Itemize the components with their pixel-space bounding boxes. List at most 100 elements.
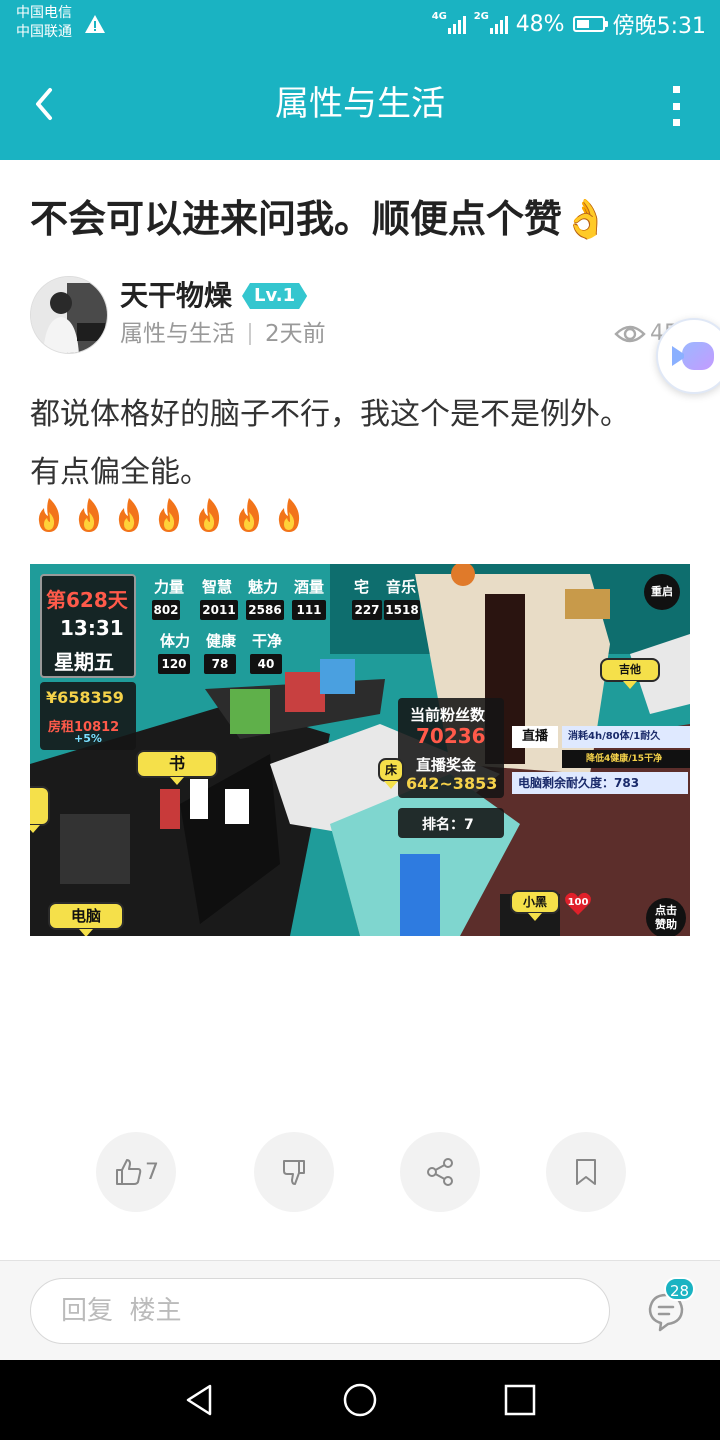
battery-icon <box>572 16 608 32</box>
sponsor-button[interactable]: 点击赞助 <box>646 898 686 936</box>
level-badge: Lv.1 <box>242 283 307 309</box>
books-label[interactable]: 书 <box>136 750 218 785</box>
nav-recents-icon[interactable] <box>500 1380 540 1420</box>
stat-value: 111 <box>292 600 326 620</box>
fire-icon <box>112 496 146 534</box>
post-body: 都说体格好的脑子不行，我这个是不是例外。 有点偏全能。 <box>30 386 690 502</box>
restart-button[interactable]: 重启 <box>644 574 680 610</box>
post-body-line-2: 有点偏全能。 <box>30 455 210 490</box>
stat-label: 魅力 <box>248 578 279 596</box>
game-weekday: 星期五 <box>54 650 114 674</box>
stat-label: 音乐 <box>386 578 417 596</box>
stat-value: 1518 <box>384 600 420 620</box>
money-panel: ¥658359 房租10812 +5% <box>40 682 136 750</box>
thumbs-down-icon <box>283 1160 305 1185</box>
game-screenshot[interactable]: 第628天 13:31 星期五 ¥658359 房租10812 +5% 力量 80… <box>30 564 690 936</box>
fans-label: 当前粉丝数 <box>410 706 486 724</box>
video-camera-icon <box>672 342 714 370</box>
more-options-icon[interactable] <box>668 86 684 126</box>
reply-bar: 28 <box>0 1260 720 1361</box>
partial-label[interactable] <box>30 786 50 833</box>
bookmark-icon <box>576 1159 596 1185</box>
fire-icon <box>72 496 106 534</box>
money-value: ¥658359 <box>46 688 124 707</box>
floating-video-button[interactable] <box>656 318 720 394</box>
bonus-range: 642~3853 <box>406 774 498 793</box>
post-title: 不会可以进来问我。顺便点个赞👌 <box>30 194 609 244</box>
fire-emoji-row <box>32 496 306 534</box>
post-category[interactable]: 属性与生活 <box>120 318 235 350</box>
stat-value: 227 <box>352 600 382 620</box>
carrier-info: 中国电信 中国联通 <box>16 4 72 42</box>
fans-count: 70236 <box>416 724 486 748</box>
fire-icon <box>272 496 306 534</box>
stream-effect: 降低4健康/15干净 <box>562 750 690 768</box>
fire-icon <box>232 496 266 534</box>
avatar-image <box>31 277 107 353</box>
page-title: 属性与生活 <box>275 84 445 124</box>
bookmark-button[interactable] <box>546 1132 626 1212</box>
stat-label: 干净 <box>252 632 283 650</box>
clock: 傍晚5:31 <box>612 14 706 39</box>
dog-label[interactable]: 小黑 <box>510 890 560 921</box>
battery-percent: 48% <box>515 11 565 37</box>
day-counter: 第628天 <box>46 588 128 612</box>
dog-health: 100 <box>564 892 592 916</box>
signal-4g-icon: 4G <box>432 12 466 34</box>
carrier-1: 中国电信 <box>16 5 72 21</box>
stat-value: 120 <box>158 654 190 674</box>
reply-input[interactable] <box>30 1278 610 1344</box>
like-count: 7 <box>145 1159 159 1185</box>
nav-back-icon[interactable] <box>180 1380 220 1420</box>
bonus-label: 直播奖金 <box>416 756 477 774</box>
stream-cost: 消耗4h/80体/1耐久 <box>562 726 690 748</box>
rank-panel: 排名：7 <box>398 808 504 838</box>
dog-hp-value: 100 <box>567 897 589 908</box>
navigation-bar <box>0 1360 720 1440</box>
stat-value: 40 <box>250 654 282 674</box>
warning-icon <box>85 15 105 33</box>
fire-icon <box>32 496 66 534</box>
game-clock: 13:31 <box>60 616 124 640</box>
carrier-2: 中国联通 <box>16 24 72 40</box>
stat-label: 智慧 <box>202 578 233 596</box>
author-name[interactable]: 天干物燥 <box>120 278 232 314</box>
dislike-button[interactable] <box>254 1132 334 1212</box>
day-panel: 第628天 13:31 星期五 <box>40 574 136 678</box>
status-bar: 中国电信 中国联通 4G 2G 48% 傍晚5:31 <box>0 0 720 48</box>
app-bar: 属性与生活 <box>0 48 720 160</box>
fans-panel: 当前粉丝数 70236 直播奖金 642~3853 <box>398 698 504 798</box>
stat-value: 802 <box>152 600 180 620</box>
like-button[interactable]: 7 <box>96 1132 176 1212</box>
post-title-text: 不会可以进来问我。顺便点个赞 <box>30 197 563 241</box>
avatar[interactable] <box>30 276 108 354</box>
thumbs-up-icon <box>116 1159 142 1185</box>
meta-divider <box>249 323 251 345</box>
rent-percent: +5% <box>74 732 102 745</box>
pc-durability: 电脑剩余耐久度：783 <box>512 772 688 794</box>
fire-icon <box>192 496 226 534</box>
stat-label: 体力 <box>160 632 191 650</box>
stat-value: 2011 <box>200 600 238 620</box>
share-icon <box>427 1158 453 1186</box>
stat-label: 力量 <box>154 578 185 596</box>
stat-value: 2586 <box>246 600 284 620</box>
bed-label[interactable]: 床 <box>378 758 404 789</box>
fire-icon <box>152 496 186 534</box>
post-meta: 属性与生活 2天前 <box>120 318 326 350</box>
stream-button[interactable]: 直播 <box>512 726 558 748</box>
post-body-line-1: 都说体格好的脑子不行，我这个是不是例外。 <box>30 397 630 432</box>
share-button[interactable] <box>400 1132 480 1212</box>
computer-label[interactable]: 电脑 <box>48 902 124 936</box>
comment-count-badge: 28 <box>664 1277 696 1301</box>
nav-home-icon[interactable] <box>340 1380 380 1420</box>
guitar-label[interactable]: 吉他 <box>600 658 660 689</box>
signal-2g-icon: 2G <box>474 12 508 34</box>
stat-label: 健康 <box>206 632 237 650</box>
status-right: 4G 2G 48% 傍晚5:31 <box>432 8 706 40</box>
rank-value: 排名：7 <box>422 817 474 833</box>
post-time: 2天前 <box>265 321 326 347</box>
eye-icon <box>614 325 646 343</box>
stat-label: 宅 <box>354 578 370 596</box>
stat-label: 酒量 <box>294 578 325 596</box>
